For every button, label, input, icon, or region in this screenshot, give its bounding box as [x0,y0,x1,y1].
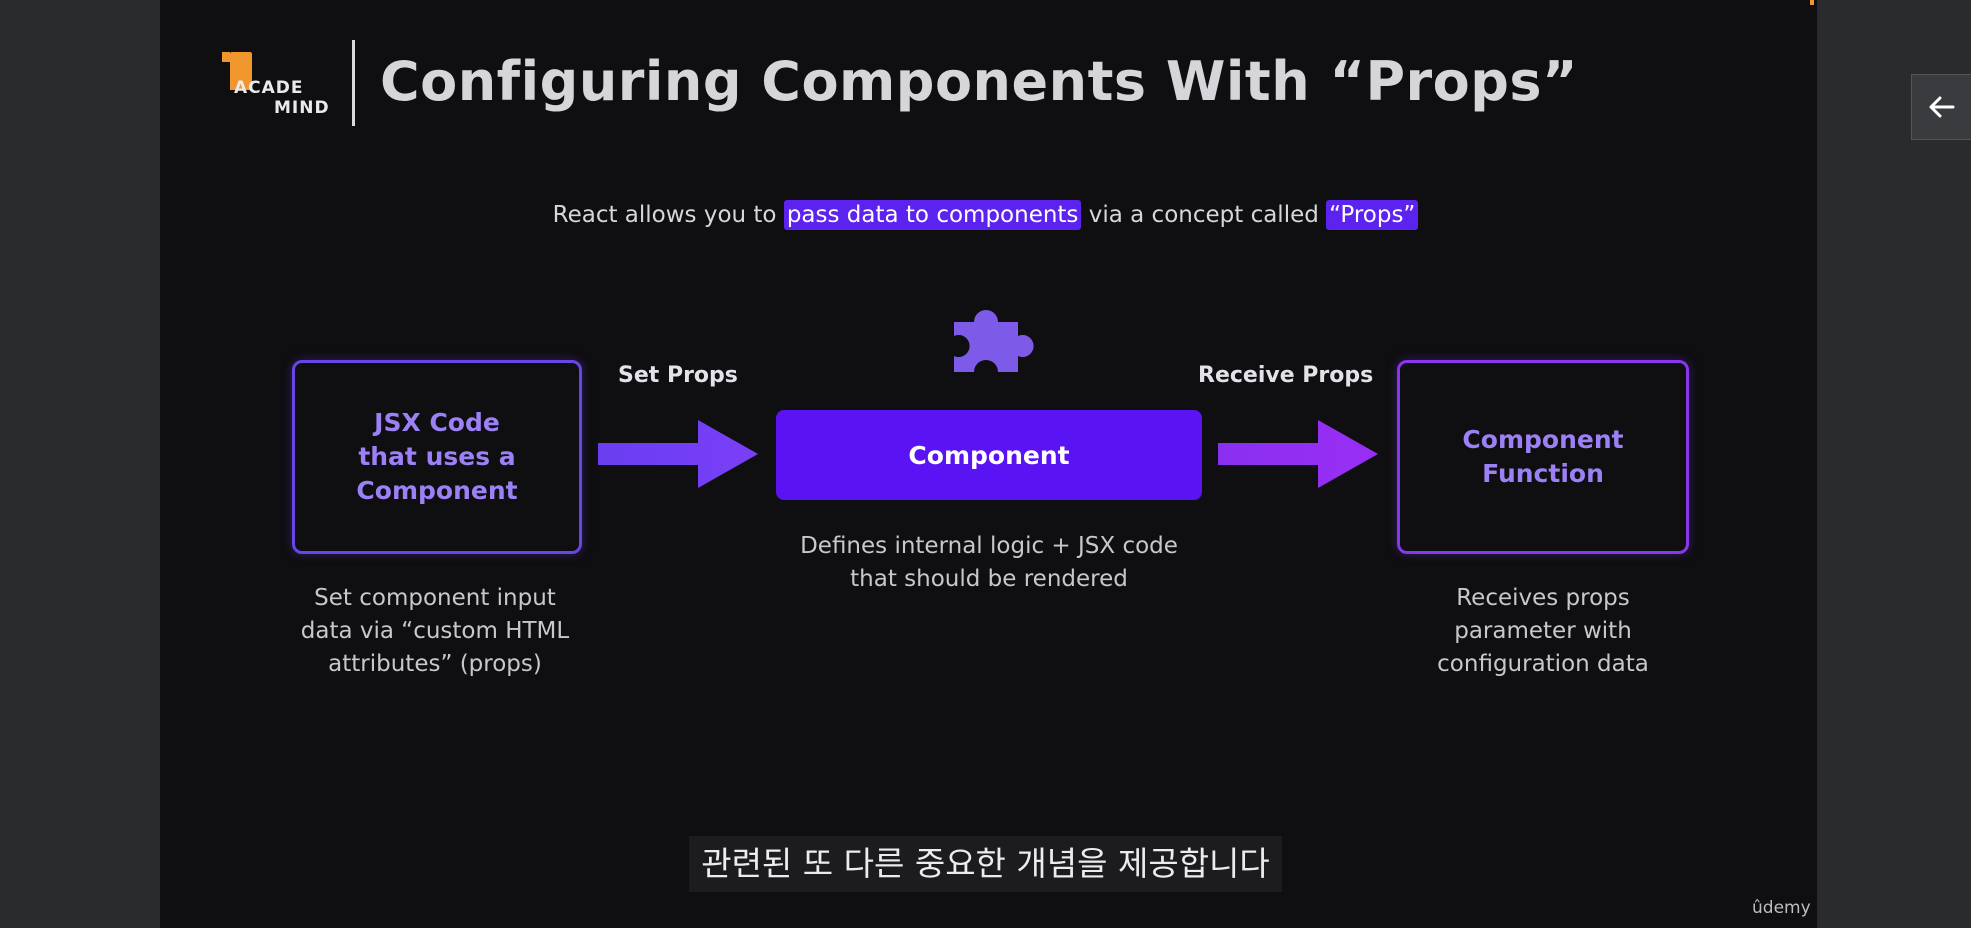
component-caption: Defines internal logic + JSX code that s… [760,530,1218,596]
function-caption-line-1: Receives props [1456,585,1630,611]
video-player[interactable]: ACADE MIND Configuring Components With “… [0,0,1971,928]
set-props-label: Set Props [618,363,738,388]
jsx-caption-line-3: attributes” (props) [328,651,542,677]
jsx-caption-line-1: Set component input [314,585,556,611]
jsx-code-box: JSX Code that uses a Component [292,360,582,554]
component-function-box: Component Function [1397,360,1689,554]
jsx-box-line-3: Component [356,476,518,505]
corner-marker [1810,0,1814,5]
jsx-box-line-2: that uses a [358,442,516,471]
function-box-line-2: Function [1482,459,1604,488]
component-caption-line-1: Defines internal logic + JSX code [800,533,1178,559]
jsx-caption: Set component input data via “custom HTM… [270,582,600,681]
set-props-arrow-icon [598,420,758,488]
back-button[interactable] [1911,74,1971,140]
component-box: Component [776,410,1202,500]
receive-props-arrow-icon [1218,420,1378,488]
arrow-left-icon [1929,96,1954,118]
udemy-watermark: ûdemy [1752,898,1811,918]
subtitle-area: 관련된 또 다른 중요한 개념을 제공합니다 [0,836,1971,892]
function-caption-line-2: parameter with [1454,618,1632,644]
logo-text-line1: ACADE [234,78,304,98]
logo-text-line2: MIND [274,98,330,118]
function-box-line-1: Component [1462,425,1624,454]
intro-highlight-1: pass data to components [783,200,1082,230]
intro-text-1: React allows you to [552,202,784,228]
function-caption: Receives props parameter with configurat… [1378,582,1708,681]
receive-props-label: Receive Props [1198,363,1374,388]
intro-text-2: via a concept called [1081,202,1327,228]
jsx-caption-line-2: data via “custom HTML [300,618,570,644]
component-caption-line-2: that should be rendered [850,566,1128,592]
title-divider [352,40,355,126]
jsx-box-line-1: JSX Code [374,408,500,437]
function-caption-line-3: configuration data [1437,651,1649,677]
puzzle-piece-icon [954,310,1034,372]
intro-sentence: React allows you to pass data to compone… [0,200,1971,230]
subtitle-text: 관련된 또 다른 중요한 개념을 제공합니다 [689,836,1282,892]
intro-highlight-2: “Props” [1326,200,1419,230]
slide-title: Configuring Components With “Props” [380,50,1579,113]
academind-logo: ACADE MIND [222,52,342,122]
